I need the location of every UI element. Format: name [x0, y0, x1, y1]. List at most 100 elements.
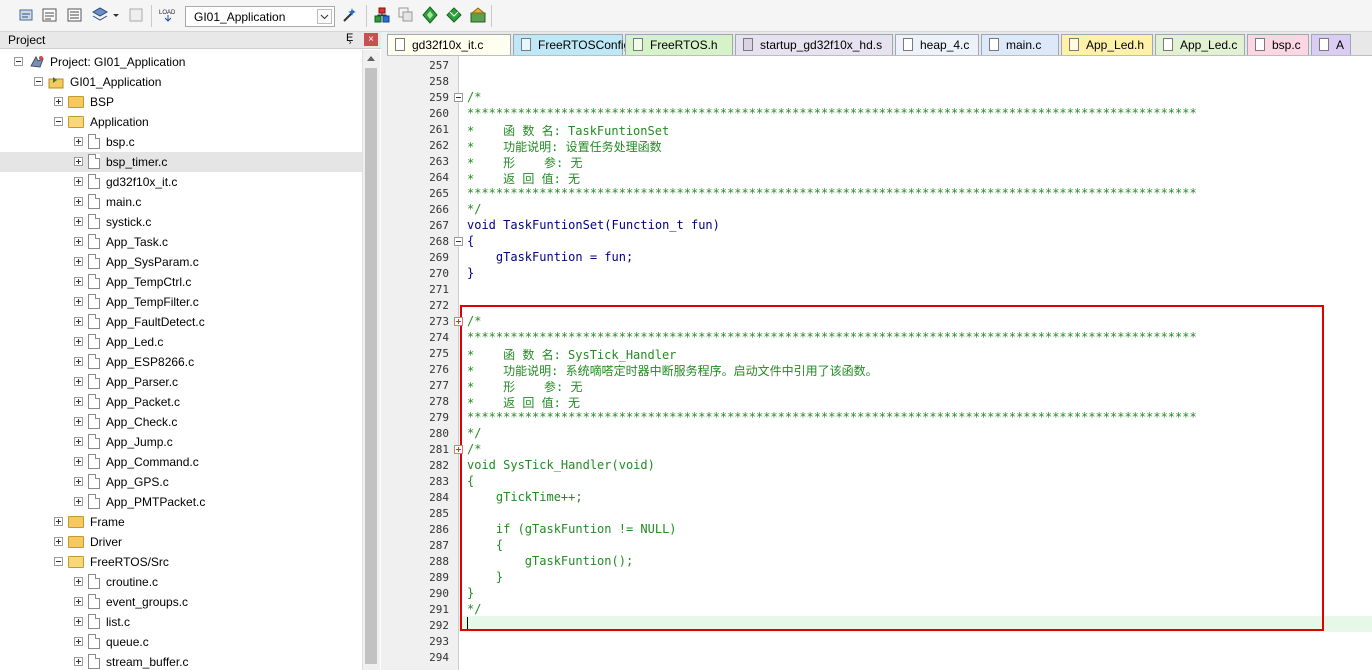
code-line[interactable]: ****************************************… [467, 410, 1197, 424]
code-line[interactable]: gTaskFuntion(); [467, 554, 633, 568]
expand-icon[interactable] [74, 617, 83, 626]
expand-icon[interactable] [74, 417, 83, 426]
tree-file-item[interactable]: queue.c [0, 632, 362, 652]
expand-icon[interactable] [74, 277, 83, 286]
expand-icon[interactable] [74, 497, 83, 506]
code-line[interactable]: */ [467, 602, 481, 616]
tree-folder-item[interactable]: Frame [0, 512, 362, 532]
tree-file-item[interactable]: App_Packet.c [0, 392, 362, 412]
tree-file-item[interactable]: App_GPS.c [0, 472, 362, 492]
code-line[interactable]: * 功能说明: 设置任务处理函数 [467, 138, 662, 155]
code-line[interactable]: ****************************************… [467, 186, 1197, 200]
expand-icon[interactable] [74, 297, 83, 306]
code-line[interactable]: */ [467, 202, 481, 216]
expand-icon[interactable] [54, 97, 63, 106]
expand-icon[interactable] [74, 197, 83, 206]
batch-build-icon[interactable] [91, 6, 109, 24]
collapse-icon[interactable] [34, 77, 43, 86]
tree-file-item[interactable]: App_Led.c [0, 332, 362, 352]
translate-icon[interactable] [18, 6, 36, 24]
expand-icon[interactable] [74, 437, 83, 446]
tree-file-item[interactable]: event_groups.c [0, 592, 362, 612]
tree-folder-item[interactable]: Driver [0, 532, 362, 552]
code-line[interactable]: ****************************************… [467, 106, 1197, 120]
expand-icon[interactable] [74, 477, 83, 486]
expand-icon[interactable] [74, 337, 83, 346]
tree-file-item[interactable]: App_TempFilter.c [0, 292, 362, 312]
expand-icon[interactable] [74, 317, 83, 326]
expand-icon[interactable] [74, 357, 83, 366]
expand-icon[interactable] [74, 457, 83, 466]
tree-folder-item[interactable]: BSP [0, 92, 362, 112]
collapse-icon[interactable] [54, 557, 63, 566]
code-line[interactable]: * 函 数 名: TaskFuntionSet [467, 122, 669, 139]
editor-tab[interactable]: main.c [981, 34, 1059, 55]
expand-icon[interactable] [54, 537, 63, 546]
collapse-icon[interactable] [14, 57, 23, 66]
code-line[interactable]: */ [467, 426, 481, 440]
code-line[interactable]: /* [467, 314, 481, 328]
code-line[interactable]: { [467, 234, 474, 248]
code-line[interactable]: void TaskFuntionSet(Function_t fun) [467, 218, 720, 232]
expand-icon[interactable] [74, 577, 83, 586]
close-panel-button[interactable]: × [364, 33, 378, 46]
expand-icon[interactable] [74, 657, 83, 666]
editor-tab[interactable]: App_Led.c [1155, 34, 1245, 55]
tree-file-item[interactable]: App_Check.c [0, 412, 362, 432]
pack-installer-icon[interactable] [445, 6, 463, 24]
code-line[interactable]: { [467, 538, 503, 552]
fold-collapse-icon[interactable] [454, 93, 463, 102]
code-line[interactable]: if (gTaskFuntion != NULL) [467, 522, 677, 536]
code-editor[interactable]: 257 258 259 260 261 262 263 264 265 266 267 268 269 2… [387, 56, 1372, 670]
code-line[interactable]: } [467, 570, 503, 584]
env-icon[interactable] [469, 6, 487, 24]
scroll-up-icon[interactable] [367, 56, 375, 61]
expand-icon[interactable] [74, 397, 83, 406]
expand-icon[interactable] [74, 597, 83, 606]
fold-expand-icon[interactable] [454, 445, 463, 454]
target-select[interactable]: GI01_Application [185, 6, 335, 27]
chevron-down-icon[interactable] [317, 9, 332, 24]
tree-file-item[interactable]: bsp.c [0, 132, 362, 152]
stop-build-icon[interactable] [127, 6, 145, 24]
tree-file-item[interactable]: App_FaultDetect.c [0, 312, 362, 332]
code-line[interactable]: { [467, 474, 474, 488]
expand-icon[interactable] [74, 637, 83, 646]
code-line[interactable]: * 返 回 值: 无 [467, 394, 580, 411]
expand-icon[interactable] [74, 177, 83, 186]
code-line[interactable]: ****************************************… [467, 330, 1197, 344]
expand-icon[interactable] [74, 137, 83, 146]
editor-tab[interactable]: A [1311, 34, 1351, 55]
editor-tab[interactable]: App_Led.h [1061, 34, 1153, 55]
editor-tab[interactable]: FreeRTOS.h [625, 34, 733, 55]
editor-tab[interactable]: bsp.c [1247, 34, 1309, 55]
expand-icon[interactable] [74, 157, 83, 166]
tree-file-item[interactable]: App_SysParam.c [0, 252, 362, 272]
tree-file-item[interactable]: App_TempCtrl.c [0, 272, 362, 292]
code-line[interactable]: /* [467, 442, 481, 456]
expand-icon[interactable] [74, 377, 83, 386]
editor-tab[interactable]: startup_gd32f10x_hd.s [735, 34, 893, 55]
code-line[interactable]: } [467, 266, 474, 280]
manage-components-icon[interactable] [373, 6, 391, 24]
code-line[interactable]: gTaskFuntion = fun; [467, 250, 633, 264]
editor-tab[interactable]: gd32f10x_it.c [387, 34, 511, 55]
tree-folder-item[interactable]: FreeRTOS/Src [0, 552, 362, 572]
expand-icon[interactable] [54, 517, 63, 526]
project-tree-scrollbar[interactable] [362, 50, 380, 670]
expand-icon[interactable] [74, 217, 83, 226]
pin-icon[interactable]: Ȩ [346, 32, 353, 44]
tree-file-item[interactable]: systick.c [0, 212, 362, 232]
tree-project-item[interactable]: Project: GI01_Application [0, 52, 362, 72]
expand-icon[interactable] [74, 257, 83, 266]
tree-file-item[interactable]: App_Command.c [0, 452, 362, 472]
tree-file-item[interactable]: list.c [0, 612, 362, 632]
tree-file-item[interactable]: bsp_timer.c [0, 152, 362, 172]
tree-file-item[interactable]: stream_buffer.c [0, 652, 362, 670]
fold-collapse-icon[interactable] [454, 237, 463, 246]
fold-expand-icon[interactable] [454, 317, 463, 326]
code-line[interactable]: * 返 回 值: 无 [467, 170, 580, 187]
tree-file-item[interactable]: App_Task.c [0, 232, 362, 252]
rebuild-icon[interactable] [66, 6, 84, 24]
code-line[interactable]: /* [467, 90, 481, 104]
